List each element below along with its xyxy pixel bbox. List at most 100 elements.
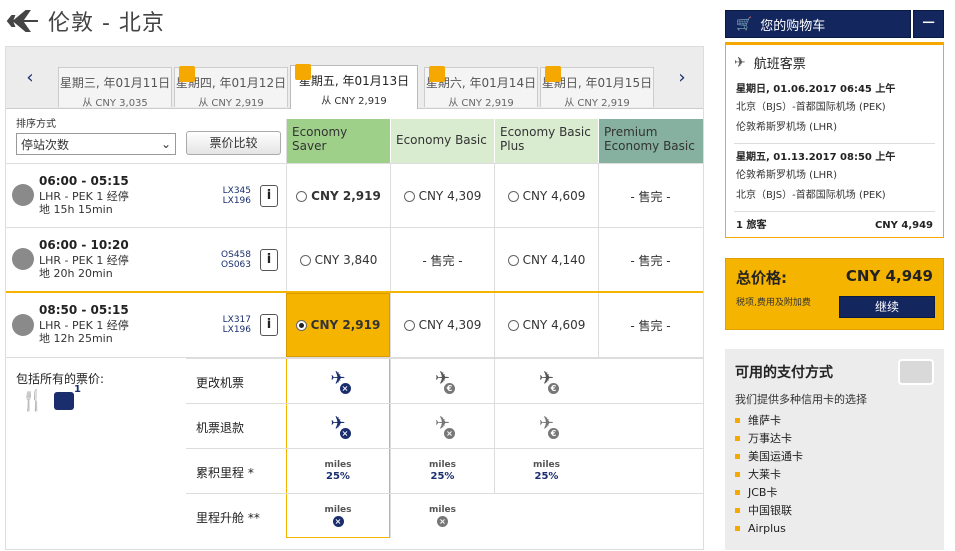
fare-cell[interactable]: CNY 4,309 xyxy=(390,164,494,228)
total-label: 总价格: xyxy=(736,269,787,287)
date-tab[interactable]: 星期三, 年01月11日从 CNY 3,035 xyxy=(58,67,172,109)
payment-item: 大莱卡 xyxy=(735,465,803,483)
payment-item: 美国运通卡 xyxy=(735,447,803,465)
fare-radio[interactable] xyxy=(403,319,415,331)
outbound-to: 伦敦希斯罗机场 (LHR) xyxy=(736,122,838,133)
page-title-bar: 伦敦 - 北京 xyxy=(6,6,165,36)
fare-cell[interactable]: CNY 3,840 xyxy=(286,228,390,292)
date-tab-selected[interactable]: 星期五, 年01月13日从 CNY 2,919 xyxy=(290,64,418,109)
feature-row-miles: 累积里程 * miles 25% miles 25% miles 25% xyxy=(186,448,703,493)
credit-card-icon xyxy=(898,359,934,385)
cart-label: 您的购物车 xyxy=(760,18,826,34)
flight-row-selected: 08:50 - 05:15 LHR - PEK 1 经停 地 12h 25min… xyxy=(6,291,703,357)
fare-price: CNY 4,309 xyxy=(418,189,482,203)
flight-info-button[interactable]: i xyxy=(260,249,278,271)
flight-time: 08:50 - 05:15 xyxy=(39,303,129,317)
fare-radio[interactable] xyxy=(299,254,311,266)
flight-number: LX317 xyxy=(222,315,251,325)
fare-cell[interactable]: CNY 2,919 xyxy=(286,164,390,228)
fare-price: CNY 4,609 xyxy=(522,189,586,203)
payment-item: 维萨卡 xyxy=(735,411,803,429)
date-tab-price: 从 CNY 2,919 xyxy=(321,96,387,107)
lowest-price-flag-icon xyxy=(295,64,311,80)
payment-item: 万事达卡 xyxy=(735,429,803,447)
plane-icon: ✈ xyxy=(734,54,746,71)
flight-duration: 地 20h 20min xyxy=(39,265,113,281)
date-tab[interactable]: 星期四, 年01月12日从 CNY 2,919 xyxy=(174,66,288,109)
date-tab-price: 从 CNY 2,919 xyxy=(198,98,264,109)
fare-radio[interactable] xyxy=(507,319,519,331)
fare-cell-soldout: - 售完 - xyxy=(390,228,494,292)
fare-cell[interactable]: CNY 4,609 xyxy=(494,293,598,357)
fare-cell-selected[interactable]: CNY 2,919 xyxy=(286,293,390,357)
meal-icon: 🍴 xyxy=(20,388,45,412)
feature-label: 累积里程 * xyxy=(196,466,254,480)
date-tab-price: 从 CNY 3,035 xyxy=(82,98,148,109)
collapse-cart-button[interactable]: − xyxy=(913,10,944,38)
flight-numbers: LX345 LX196 xyxy=(221,186,251,206)
passenger-price: CNY 4,949 xyxy=(874,220,933,231)
fare-radio[interactable] xyxy=(403,190,415,202)
flight-time: 06:00 - 10:20 xyxy=(39,238,129,252)
flight-duration: 地 12h 25min xyxy=(39,330,113,346)
prev-dates-arrow[interactable]: ‹ xyxy=(20,67,40,88)
lowest-price-flag-icon xyxy=(545,66,561,82)
miles-icon: miles 25% xyxy=(390,449,494,493)
duration-prefix: 地 xyxy=(39,332,50,345)
divider xyxy=(734,211,935,212)
outbound-date: 星期日, 01.06.2017 06:45 上午 xyxy=(736,84,896,95)
miles-icon: miles 25% xyxy=(494,449,598,493)
fare-price: - 售完 - xyxy=(422,253,463,268)
flight-numbers: OS458 OS063 xyxy=(221,250,251,270)
miles-word: miles xyxy=(428,505,456,515)
baggage-icon xyxy=(54,392,74,410)
fare-cell[interactable]: CNY 4,309 xyxy=(390,293,494,357)
fare-radio-checked[interactable] xyxy=(295,319,307,331)
divider xyxy=(734,143,935,144)
sort-select[interactable]: 停站次数 ⌄ xyxy=(16,133,176,155)
payment-subtitle: 我们提供多种信用卡的选择 xyxy=(735,393,867,406)
plane-icon xyxy=(12,248,34,270)
date-tab[interactable]: 星期六, 年01月14日从 CNY 2,919 xyxy=(424,66,538,109)
fare-header-economy-saver: Economy Saver xyxy=(286,119,390,163)
fare-header-economy-basic: Economy Basic xyxy=(390,119,494,163)
fare-cell[interactable]: CNY 4,140 xyxy=(494,228,598,292)
fare-features: 包括所有的票价: 🍴 1 更改机票 ✈ × ✈ € ✈ € 机票退款 ✈ × ✈ × ✈ €… xyxy=(6,357,703,551)
chevron-down-icon: ⌄ xyxy=(160,137,171,151)
flight-info-button[interactable]: i xyxy=(260,185,278,207)
fare-price: CNY 4,309 xyxy=(418,318,482,332)
summary-title-text: 航班客票 xyxy=(753,57,806,72)
fare-price: CNY 4,140 xyxy=(522,253,586,267)
date-tab-price: 从 CNY 2,919 xyxy=(564,98,630,109)
fare-cell-soldout: - 售完 - xyxy=(598,228,702,292)
flight-time: 06:00 - 05:15 xyxy=(39,174,129,188)
miles-word: miles xyxy=(324,504,352,515)
cart-button[interactable]: 🛒 您的购物车 xyxy=(725,10,911,38)
fare-cell-soldout: - 售完 - xyxy=(598,164,702,228)
change-fee-icon: ✈ € xyxy=(390,359,494,403)
upgrade-icon: miles × xyxy=(390,494,494,538)
fare-radio[interactable] xyxy=(507,254,519,266)
continue-button[interactable]: 继续 xyxy=(839,296,935,318)
flight-info-button[interactable]: i xyxy=(260,314,278,336)
refund-fee-icon: ✈ € xyxy=(494,404,598,448)
flight-row: 06:00 - 10:20 LHR - PEK 1 经停 地 20h 20min… xyxy=(6,227,703,292)
duration-text: 15h 15min xyxy=(53,203,113,216)
duration-prefix: 地 xyxy=(39,203,50,216)
next-dates-arrow[interactable]: › xyxy=(672,67,692,88)
lowest-price-flag-icon xyxy=(179,66,195,82)
compare-fares-button[interactable]: 票价比较 xyxy=(186,131,281,155)
passenger-count: 1 旅客 xyxy=(736,220,767,231)
fare-cell[interactable]: CNY 4,609 xyxy=(494,164,598,228)
flight-numbers: LX317 LX196 xyxy=(221,315,251,335)
fare-price: CNY 3,840 xyxy=(314,253,378,267)
lowest-price-flag-icon xyxy=(429,66,445,82)
fare-cell-soldout: - 售完 - xyxy=(598,293,702,357)
return-from: 伦敦希斯罗机场 (LHR) xyxy=(736,170,838,181)
fare-radio[interactable] xyxy=(507,190,519,202)
date-tab[interactable]: 星期日, 年01月15日从 CNY 2,919 xyxy=(540,66,654,109)
fare-price: CNY 4,609 xyxy=(522,318,586,332)
fare-header-economy-basic-plus: Economy Basic Plus xyxy=(494,119,598,163)
fare-radio[interactable] xyxy=(296,190,308,202)
miles-word: miles xyxy=(428,459,456,470)
